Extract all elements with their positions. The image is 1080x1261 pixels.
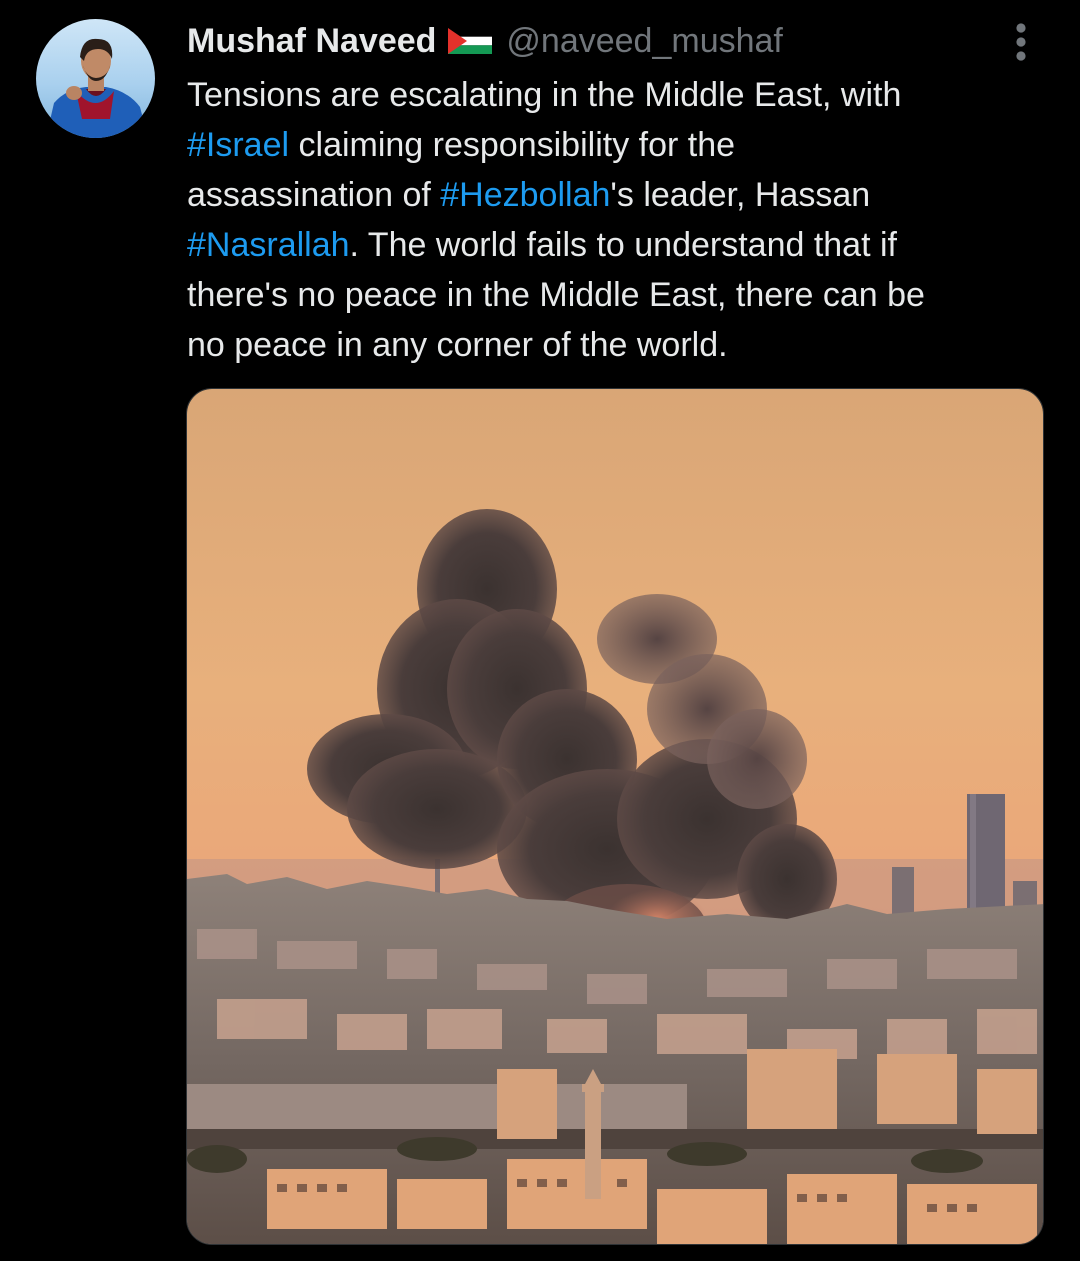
tweet-text: Tensions are escalating in the Middle Ea…: [187, 70, 1047, 370]
city-smoke-photo: [187, 389, 1043, 1244]
tweet: Mushaf Naveed @naveed_mushaf Tensions ar…: [0, 0, 1080, 1261]
tweet-text-segment: assassination of: [187, 176, 441, 214]
hashtag-link[interactable]: #Israel: [187, 126, 289, 164]
tweet-text-segment: no peace in any corner of the world.: [187, 326, 728, 364]
tweet-text-line: Tensions are escalating in the Middle Ea…: [187, 70, 1047, 120]
hashtag-link[interactable]: #Nasrallah: [187, 226, 350, 264]
tweet-text-segment: 's leader, Hassan: [610, 176, 871, 214]
tweet-text-line: no peace in any corner of the world.: [187, 320, 1047, 370]
tweet-text-line: assassination of #Hezbollah's leader, Ha…: [187, 170, 1047, 220]
tweet-text-line: there's no peace in the Middle East, the…: [187, 270, 1047, 320]
hashtag-link[interactable]: #Hezbollah: [440, 176, 610, 214]
tweet-text-segment: Tensions are escalating in the Middle Ea…: [187, 76, 902, 114]
display-name[interactable]: Mushaf Naveed: [187, 22, 436, 61]
more-options-button[interactable]: [1004, 20, 1038, 64]
tweet-text-line: #Nasrallah. The world fails to understan…: [187, 220, 1047, 270]
tweet-text-segment: . The world fails to understand that if: [349, 226, 897, 264]
more-vertical-icon: [1016, 23, 1026, 61]
author-handle[interactable]: @naveed_mushaf: [506, 22, 782, 61]
tweet-text-segment: claiming responsibility for the: [289, 126, 736, 164]
tweet-text-line: #Israel claiming responsibility for the: [187, 120, 1047, 170]
tweet-media-photo[interactable]: [186, 388, 1044, 1245]
palestine-flag-icon: [448, 28, 493, 54]
avatar[interactable]: [36, 19, 155, 138]
tweet-text-segment: there's no peace in the Middle East, the…: [187, 276, 925, 314]
tweet-header: Mushaf Naveed @naveed_mushaf: [187, 18, 783, 64]
